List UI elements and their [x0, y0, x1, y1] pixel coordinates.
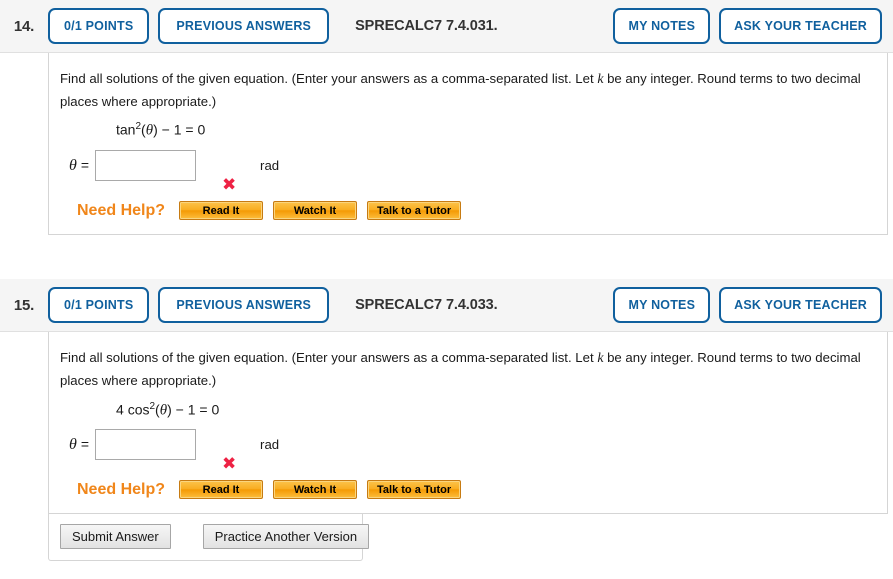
points-badge-14[interactable]: 0/1 POINTS: [48, 8, 150, 44]
equation-14: tan2(θ) − 1 = 0: [116, 121, 206, 140]
prompt-text-a: Find all solutions of the given equation…: [60, 350, 598, 366]
watch-it-button-14[interactable]: Watch It: [273, 201, 358, 221]
theta-symbol: θ: [69, 436, 77, 454]
question-prompt-15: Find all solutions of the given equation…: [60, 346, 871, 392]
need-help-label-15: Need Help?: [77, 480, 166, 498]
equation-function: cos: [127, 401, 150, 418]
incorrect-icon-15: ✖: [222, 454, 237, 475]
previous-answers-button-14[interactable]: PREVIOUS ANSWERS: [158, 8, 330, 44]
question-code-15: SPRECALC7 7.4.033.: [355, 297, 498, 314]
prompt-text-a: Find all solutions of the given equation…: [60, 71, 598, 86]
answer-variable-label-14: θ =: [62, 150, 89, 181]
answer-row-15: θ = ✖ rad: [62, 429, 871, 475]
equation-argument: θ: [145, 123, 154, 140]
ask-your-teacher-button-15[interactable]: ASK YOUR TEACHER: [719, 287, 882, 324]
talk-to-a-tutor-button-15[interactable]: Talk to a Tutor: [367, 480, 462, 500]
submit-answer-button[interactable]: Submit Answer: [60, 524, 171, 550]
answer-input-14[interactable]: [95, 150, 197, 182]
unit-label-14: rad: [260, 158, 280, 174]
equation-coefficient: 4: [116, 401, 128, 418]
watch-it-button-15[interactable]: Watch It: [273, 480, 358, 500]
equation-argument: θ: [159, 402, 168, 419]
incorrect-icon-14: ✖: [222, 175, 237, 196]
equals-symbol: =: [80, 436, 90, 453]
question-number-14: 14.: [13, 17, 35, 35]
question-card-14: 14. 0/1 POINTS PREVIOUS ANSWERS SPRECALC…: [0, 0, 893, 236]
question-header-14: 14. 0/1 POINTS PREVIOUS ANSWERS SPRECALC…: [0, 0, 893, 53]
equation-rest: − 1 = 0: [171, 401, 220, 418]
answer-input-15[interactable]: [95, 429, 197, 461]
need-help-row-15: Need Help? Read It Watch It Talk to a Tu…: [60, 480, 871, 500]
talk-to-a-tutor-button-14[interactable]: Talk to a Tutor: [367, 201, 462, 221]
question-header-15: 15. 0/1 POINTS PREVIOUS ANSWERS SPRECALC…: [0, 279, 893, 333]
equation-rest: − 1 = 0: [157, 122, 206, 139]
equation-exponent: 2: [135, 121, 142, 133]
submit-row: Submit Answer Practice Another Version: [48, 514, 370, 562]
need-help-label-14: Need Help?: [77, 201, 166, 219]
previous-answers-button-15[interactable]: PREVIOUS ANSWERS: [158, 287, 330, 324]
question-card-15: 15. 0/1 POINTS PREVIOUS ANSWERS SPRECALC…: [0, 279, 893, 562]
my-notes-button-14[interactable]: MY NOTES: [613, 8, 711, 44]
question-body-15: Find all solutions of the given equation…: [48, 332, 888, 515]
equation-function: tan: [116, 122, 136, 139]
question-body-14: Find all solutions of the given equation…: [48, 53, 888, 236]
unit-label-15: rad: [260, 437, 280, 453]
read-it-button-15[interactable]: Read It: [179, 480, 264, 500]
equation-15: 4 cos2(θ) − 1 = 0: [116, 400, 220, 419]
theta-symbol: θ: [69, 157, 77, 175]
need-help-row-14: Need Help? Read It Watch It Talk to a Tu…: [60, 201, 871, 221]
points-badge-15[interactable]: 0/1 POINTS: [48, 287, 150, 324]
card-gap: [0, 235, 893, 279]
assignment-page: 14. 0/1 POINTS PREVIOUS ANSWERS SPRECALC…: [0, 0, 893, 579]
equation-exponent: 2: [149, 400, 156, 412]
read-it-button-14[interactable]: Read It: [179, 201, 264, 221]
question-code-14: SPRECALC7 7.4.031.: [355, 18, 498, 34]
answer-row-14: θ = ✖ rad: [62, 150, 871, 196]
my-notes-button-15[interactable]: MY NOTES: [613, 287, 711, 324]
practice-another-version-button[interactable]: Practice Another Version: [202, 524, 370, 550]
answer-variable-label-15: θ =: [62, 429, 89, 460]
ask-your-teacher-button-14[interactable]: ASK YOUR TEACHER: [719, 8, 882, 44]
equals-symbol: =: [80, 157, 90, 174]
question-number-15: 15.: [13, 296, 35, 314]
question-prompt-14: Find all solutions of the given equation…: [60, 67, 871, 113]
